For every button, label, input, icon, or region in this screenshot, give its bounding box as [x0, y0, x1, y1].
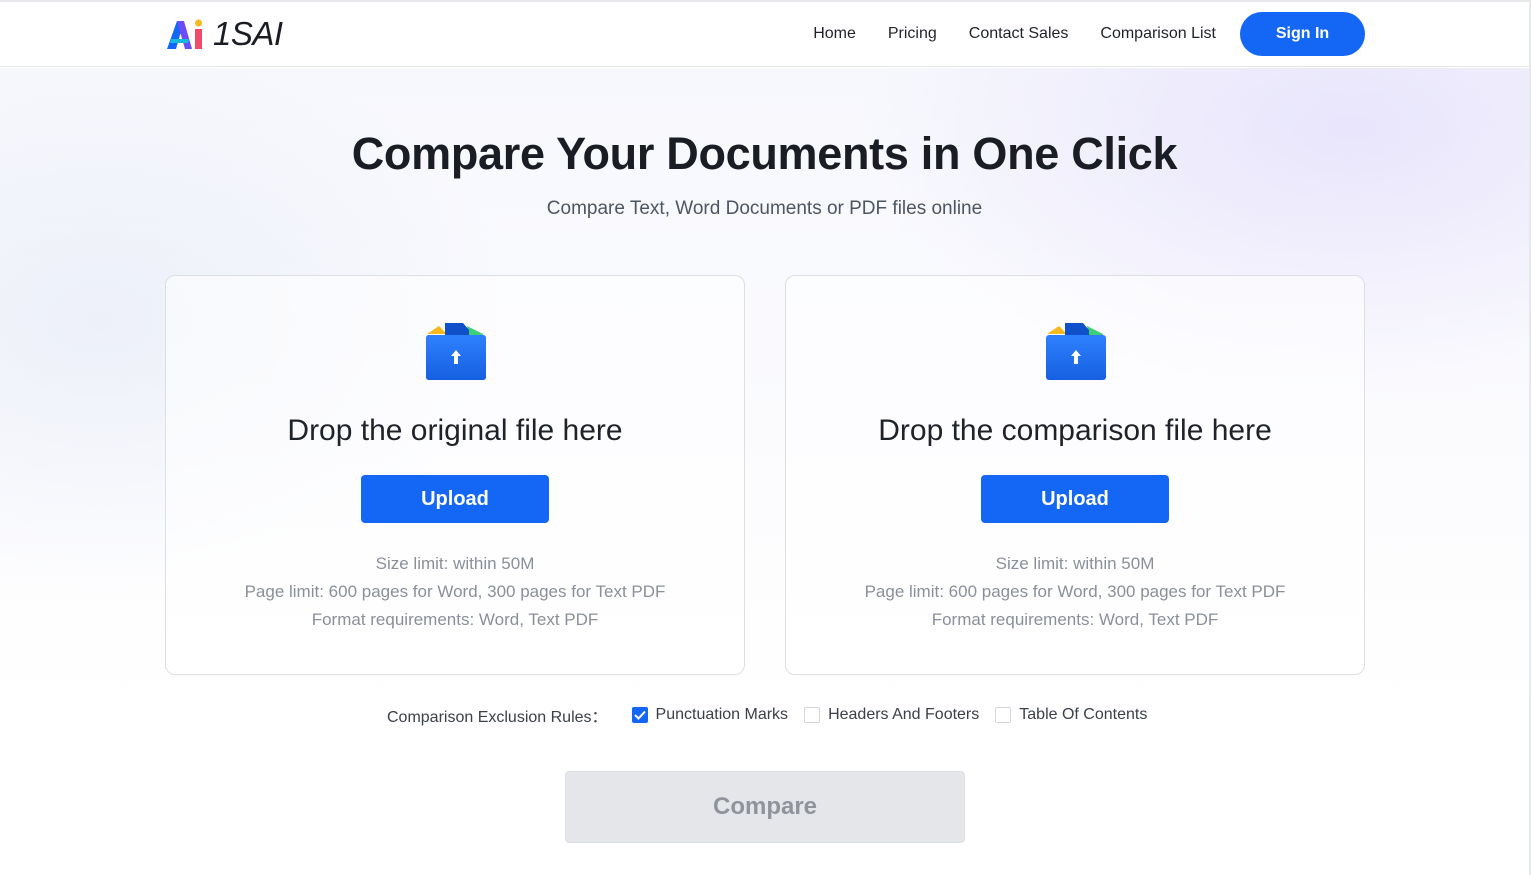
site-header: 1SAI Home Pricing Contact Sales Comparis… — [0, 2, 1529, 67]
original-file-limits: Size limit: within 50M Page limit: 600 p… — [166, 550, 744, 634]
nav-home[interactable]: Home — [813, 25, 856, 43]
page-limit-text: Page limit: 600 pages for Word, 300 page… — [244, 582, 666, 601]
size-limit-text: Size limit: within 50M — [375, 554, 535, 573]
table-of-contents-label: Table Of Contents — [1019, 706, 1148, 723]
upload-comparison-button[interactable]: Upload — [981, 475, 1169, 523]
original-file-title: Drop the original file here — [287, 414, 623, 447]
original-file-dropzone[interactable]: Drop the original file here Upload Size … — [165, 275, 745, 675]
format-requirements-text: Format requirements: Word, Text PDF — [931, 610, 1219, 629]
sign-in-button[interactable]: Sign In — [1240, 12, 1365, 56]
upload-original-button[interactable]: Upload — [361, 475, 549, 523]
comparison-exclusion-rules: Comparison Exclusion Rules： Punctuation … — [387, 703, 1163, 727]
comparison-file-limits: Size limit: within 50M Page limit: 600 p… — [786, 550, 1364, 634]
page-title: Compare Your Documents in One Click — [351, 128, 1178, 179]
comparison-file-dropzone[interactable]: Drop the comparison file here Upload Siz… — [785, 275, 1365, 675]
headers-and-footers-label: Headers And Footers — [828, 706, 980, 723]
comparison-file-title: Drop the comparison file here — [878, 414, 1272, 447]
compare-button[interactable]: Compare — [565, 771, 965, 843]
main-nav: Home Pricing Contact Sales Comparison Li… — [813, 12, 1365, 56]
logo-text: 1SAI — [213, 15, 283, 52]
logo[interactable]: 1SAI — [165, 15, 283, 52]
format-requirements-text: Format requirements: Word, Text PDF — [311, 610, 599, 629]
nav-contact-sales[interactable]: Contact Sales — [969, 25, 1069, 43]
upload-folder-icon — [426, 323, 486, 380]
size-limit-text: Size limit: within 50M — [995, 554, 1155, 573]
nav-comparison-list[interactable]: Comparison List — [1100, 25, 1216, 43]
check-icon — [633, 710, 646, 720]
upload-folder-icon — [1046, 323, 1106, 380]
logo-icon — [167, 19, 202, 49]
page-limit-text: Page limit: 600 pages for Word, 300 page… — [864, 582, 1286, 601]
punctuation-marks-label: Punctuation Marks — [655, 706, 789, 723]
punctuation-marks-checkbox[interactable] — [631, 707, 648, 723]
option-headers-and-footers[interactable]: Headers And Footers — [804, 706, 979, 724]
table-of-contents-checkbox[interactable] — [995, 707, 1012, 723]
page-subtitle: Compare Text, Word Documents or PDF file… — [546, 198, 983, 219]
headers-and-footers-checkbox[interactable] — [804, 707, 821, 723]
rules-label: Comparison Exclusion Rules： — [387, 709, 608, 726]
nav-pricing[interactable]: Pricing — [888, 25, 937, 43]
option-punctuation-marks[interactable]: Punctuation Marks — [631, 706, 789, 724]
option-table-of-contents[interactable]: Table Of Contents — [995, 706, 1147, 724]
